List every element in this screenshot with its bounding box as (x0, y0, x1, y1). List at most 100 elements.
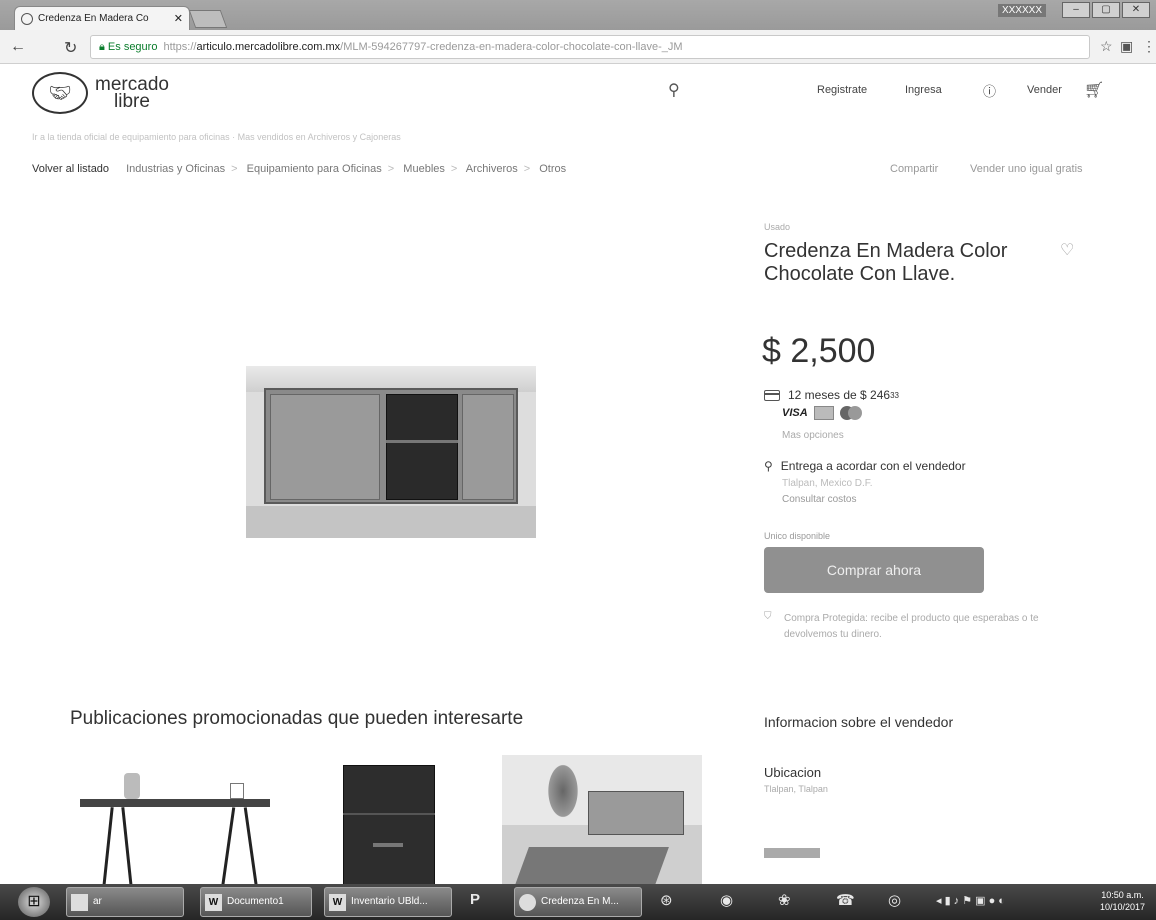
taskbar-item-label: ar (93, 896, 102, 907)
windows-start-icon[interactable]: ⊞ (18, 887, 50, 917)
item-condition: Usado (764, 222, 791, 232)
url-scheme: https:// (163, 41, 197, 53)
help-icon[interactable]: ⓘ (983, 81, 996, 100)
taskbar-item[interactable]: ar (66, 887, 184, 917)
shipping-info: ⚲ Entrega a acordar con el vendedor (764, 459, 966, 473)
cart-icon[interactable]: 🛒︎ (1084, 80, 1104, 100)
address-bar[interactable]: 🔒︎ Es seguro https://articulo.mercadolibr… (90, 35, 1090, 59)
bookmark-star-icon[interactable]: ☆ (1100, 38, 1113, 55)
register-link[interactable]: Registrate (817, 84, 867, 96)
app-icon[interactable]: ⊛ (660, 891, 673, 909)
login-link[interactable]: Ingresa (905, 84, 942, 96)
browser-tab-strip: Credenza En Madera Co ✕ XXXXXX – ▢ ✕ (0, 0, 1156, 30)
shipping-costs-link[interactable]: Consultar costos (782, 494, 856, 505)
person-icon: ⚲ (764, 459, 773, 473)
breadcrumb-item[interactable]: Muebles (403, 163, 445, 175)
favorite-heart-icon[interactable]: ♡ (1060, 240, 1074, 260)
visa-logo: VISA (782, 407, 808, 419)
promoted-item-desk[interactable] (80, 755, 280, 885)
taskbar-item-active[interactable]: Credenza En M... (514, 887, 642, 917)
taskbar-item-label: Documento1 (227, 896, 284, 907)
mercadolibre-favicon-icon (21, 12, 33, 25)
seller-location-value: Tlalpan, Tlalpan (764, 784, 828, 794)
search-icon[interactable]: ⚲ (668, 80, 680, 100)
chrome-icon (519, 894, 536, 911)
shield-icon: ⛉ (764, 611, 772, 622)
breadcrumb: Volver al listado Industrias y Oficinas >… (32, 163, 566, 175)
mastercard-icon (839, 406, 862, 420)
promoted-item-office[interactable] (502, 755, 702, 885)
breadcrumb-item[interactable]: Archiveros (466, 163, 518, 175)
credenza-body (264, 388, 518, 504)
reload-icon[interactable]: ↻ (64, 38, 77, 58)
lock-icon: 🔒︎ (99, 41, 108, 53)
taskbar-item[interactable]: W Documento1 (200, 887, 312, 917)
taskbar-clock[interactable]: 10:50 a.m. 10/10/2017 (1100, 889, 1145, 913)
word-icon: W (205, 894, 222, 911)
breadcrumb-separator: > (523, 163, 531, 175)
maximize-button[interactable]: ▢ (1092, 2, 1120, 18)
product-title: Credenza En Madera Color Chocolate Con L… (764, 240, 1008, 285)
share-link[interactable]: Compartir (890, 163, 938, 175)
powerpoint-icon[interactable]: P (470, 891, 480, 908)
promoted-item-file-cabinet[interactable] (340, 755, 440, 885)
breadcrumb-separator: > (450, 163, 458, 175)
breadcrumb-item[interactable]: Otros (539, 163, 566, 175)
buy-now-button[interactable]: Comprar ahora (764, 547, 984, 593)
secure-label: Es seguro (107, 41, 158, 53)
system-tray-icons[interactable]: ◂ ▮ ♪ ⚑ ▣ ● ◐ (936, 894, 1005, 907)
app-icon[interactable]: ❀ (778, 891, 791, 909)
app-icon[interactable]: ◉ (720, 891, 733, 909)
url-host: articulo.mercadolibre.com.mx (196, 41, 341, 53)
app-icon[interactable]: ◎ (888, 891, 901, 909)
close-window-button[interactable]: ✕ (1122, 2, 1150, 18)
more-options-link[interactable]: Mas opciones (782, 430, 844, 441)
window-controls: – ▢ ✕ (1062, 2, 1150, 18)
stock-label: Unico disponible (764, 531, 831, 541)
logo-text: mercado libre (95, 74, 169, 112)
minimize-button[interactable]: – (1062, 2, 1090, 18)
back-arrow-icon[interactable]: ← (10, 38, 26, 56)
product-price: $ 2,500 (762, 332, 876, 370)
seller-location-label: Ubicacion (764, 765, 822, 780)
word-icon: W (329, 894, 346, 911)
handshake-icon: 🤝︎ (32, 72, 88, 114)
breadcrumb-item[interactable]: Equipamiento para Oficinas (247, 163, 382, 175)
browser-toolbar: ← ↻ 🔒︎ Es seguro https://articulo.mercado… (0, 30, 1156, 64)
clock-date: 10/10/2017 (1100, 902, 1146, 912)
installments: 12 meses de $ 246 33 (764, 388, 899, 402)
product-image[interactable] (246, 366, 536, 538)
back-to-listing-link[interactable]: Volver al listado (32, 163, 109, 175)
browser-tab[interactable]: Credenza En Madera Co ✕ (14, 6, 190, 30)
extension-icon[interactable]: ▣ (1120, 38, 1133, 55)
seller-info-title: Informacion sobre el vendedor (764, 714, 954, 730)
card-logo-icon (813, 406, 834, 420)
browser-tab-title: Credenza En Madera Co (38, 13, 149, 24)
payment-methods: VISA (782, 406, 862, 420)
url-path: /MLM-594267797-credenza-en-madera-color-… (340, 41, 683, 53)
taskbar-item-label: Credenza En M... (541, 896, 619, 907)
purchase-guarantee-text: Compra Protegida: recibe el producto que… (784, 613, 1039, 640)
close-tab-icon[interactable]: ✕ (174, 12, 183, 25)
taskbar-item[interactable]: W Inventario UBld... (324, 887, 452, 917)
sell-link[interactable]: Vender (1027, 84, 1062, 96)
os-taskbar: ⊞ ar W Documento1 W Inventario UBld... P C… (0, 884, 1156, 920)
sell-same-link[interactable]: Vender uno igual gratis (970, 163, 1083, 175)
breadcrumb-faint: Ir a la tienda oficial de equipamiento p… (32, 132, 401, 142)
new-tab-button[interactable] (188, 10, 228, 28)
window-user-label: XXXXXX (997, 4, 1046, 17)
promotions-title: Publicaciones promocionadas que pueden i… (70, 708, 524, 729)
app-icon[interactable]: ☎ (836, 891, 855, 909)
installments-text: 12 meses de $ 246 (788, 388, 891, 402)
taskbar-item-label: Inventario UBld... (351, 896, 428, 907)
credit-card-icon (764, 389, 780, 401)
shipping-location: Tlalpan, Mexico D.F. (782, 478, 873, 489)
seller-reputation-bar (764, 848, 820, 858)
browser-menu-icon[interactable]: ⋮ (1142, 38, 1156, 55)
installments-cents: 33 (890, 390, 899, 400)
folder-icon (71, 894, 88, 911)
clock-time: 10:50 a.m. (1101, 890, 1144, 900)
mercadolibre-logo[interactable]: 🤝︎ mercado libre (32, 72, 170, 114)
shipping-text: Entrega a acordar con el vendedor (780, 459, 966, 473)
breadcrumb-item[interactable]: Industrias y Oficinas (126, 163, 225, 175)
